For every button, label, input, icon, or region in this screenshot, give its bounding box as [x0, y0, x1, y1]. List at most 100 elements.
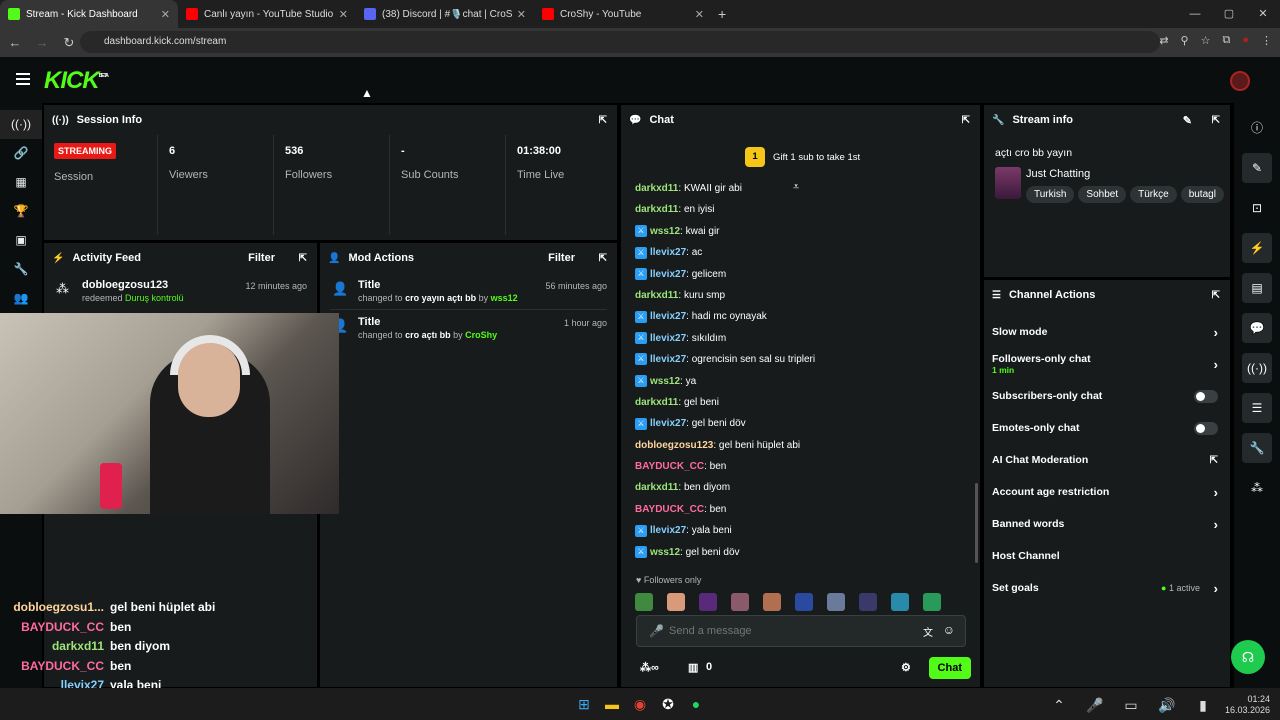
- new-tab-button[interactable]: +: [718, 6, 726, 22]
- filter-button[interactable]: Filter: [248, 252, 275, 264]
- support-headset-button[interactable]: ☊: [1231, 640, 1265, 674]
- emote[interactable]: [923, 593, 941, 611]
- volume-icon[interactable]: 🔊: [1153, 697, 1181, 714]
- channel-action-account-age-restriction[interactable]: Account age restriction ›: [984, 476, 1230, 508]
- chat-username[interactable]: wss12: [650, 376, 680, 387]
- microphone-icon[interactable]: 🎤: [649, 624, 664, 638]
- emote[interactable]: [795, 593, 813, 611]
- broadcast-icon[interactable]: ((·)): [1242, 353, 1272, 383]
- translate-icon[interactable]: 文: [923, 624, 933, 639]
- edit-icon[interactable]: ✎: [1242, 153, 1272, 183]
- emote[interactable]: [827, 593, 845, 611]
- gift-sub-banner[interactable]: 1 Gift 1 sub to take 1st: [745, 147, 860, 167]
- channel-action-set-goals[interactable]: Set goals ● 1 active ›: [984, 572, 1230, 604]
- chat-scrollbar[interactable]: [975, 483, 978, 563]
- popout-icon[interactable]: ⇱: [1212, 115, 1220, 126]
- browser-tab[interactable]: (38) Discord | #🎙️chat | CroS ✕: [356, 0, 534, 28]
- chrome-icon[interactable]: ◉: [626, 696, 654, 713]
- links-nav-icon[interactable]: 🔗: [0, 139, 42, 168]
- channel-action-ai-chat-moderation[interactable]: AI Chat Moderation ⇱: [984, 444, 1230, 476]
- chat-username[interactable]: wss12: [650, 547, 680, 558]
- translate-icon[interactable]: ⇄: [1159, 34, 1168, 47]
- user-avatar[interactable]: [1230, 71, 1250, 91]
- channel-action-slow-mode[interactable]: Slow mode ›: [984, 316, 1230, 348]
- stream-tag[interactable]: butagl: [1180, 186, 1224, 203]
- chat-username[interactable]: llevix27: [650, 354, 686, 365]
- maximize-button[interactable]: ▢: [1212, 0, 1246, 28]
- chat-username[interactable]: wss12: [650, 226, 680, 237]
- tab-close-icon[interactable]: ✕: [161, 8, 170, 21]
- profile-icon[interactable]: ●: [1242, 34, 1249, 47]
- channel-action-followers-only-chat[interactable]: Followers-only chat 1 min ›: [984, 348, 1230, 380]
- settings-gear-icon[interactable]: ⚙: [901, 661, 911, 674]
- trophy-nav-icon[interactable]: 🏆: [0, 197, 42, 226]
- screenshot-icon[interactable]: ⊡: [1242, 193, 1272, 223]
- browser-tab[interactable]: CroShy - YouTube ✕: [534, 0, 712, 28]
- lightning-icon[interactable]: ⚡: [1242, 233, 1272, 263]
- clipboard-icon[interactable]: ▤: [1242, 273, 1272, 303]
- info-icon[interactable]: ⓘ: [1242, 113, 1272, 143]
- stream-tag[interactable]: Sohbet: [1078, 186, 1127, 203]
- chat-username[interactable]: BAYDUCK_CC: [635, 504, 704, 515]
- chat-username[interactable]: llevix27: [650, 525, 686, 536]
- chat-username[interactable]: BAYDUCK_CC: [635, 461, 704, 472]
- popout-icon[interactable]: ⇱: [962, 115, 970, 126]
- emote[interactable]: [859, 593, 877, 611]
- analytics-nav-icon[interactable]: ▦: [0, 168, 42, 197]
- tray-chevron-icon[interactable]: ⌃: [1045, 697, 1073, 714]
- emote[interactable]: [635, 593, 653, 611]
- send-chat-button[interactable]: Chat: [928, 657, 971, 679]
- community-icon[interactable]: ⁂∞: [640, 661, 659, 674]
- add-widget-icon[interactable]: ⁂: [1242, 473, 1272, 503]
- chat-username[interactable]: llevix27: [650, 247, 686, 258]
- layout-icon[interactable]: ☰: [1242, 393, 1272, 423]
- stream-tag[interactable]: Turkish: [1026, 186, 1075, 203]
- minimize-button[interactable]: —: [1178, 0, 1212, 28]
- menu-kebab-icon[interactable]: ⋮: [1261, 34, 1272, 47]
- popout-icon[interactable]: ⇱: [1212, 290, 1220, 301]
- tools-nav-icon[interactable]: 🔧: [0, 255, 42, 284]
- emote[interactable]: [731, 593, 749, 611]
- chat-bubble-icon[interactable]: 💬: [1242, 313, 1272, 343]
- kick-logo[interactable]: KICKBETA: [44, 67, 109, 95]
- battery-icon[interactable]: ▮: [1189, 697, 1217, 714]
- reload-icon[interactable]: ↻: [57, 35, 81, 51]
- hamburger-menu-icon[interactable]: [16, 73, 30, 88]
- tab-close-icon[interactable]: ✕: [517, 8, 526, 21]
- community-nav-icon[interactable]: 👥: [0, 284, 42, 313]
- store-icon[interactable]: ▥: [688, 661, 698, 674]
- filter-button[interactable]: Filter: [548, 252, 575, 264]
- back-icon[interactable]: ←: [3, 35, 27, 50]
- emote[interactable]: [699, 593, 717, 611]
- message-field[interactable]: [669, 622, 899, 640]
- chat-username[interactable]: llevix27: [650, 418, 686, 429]
- emote[interactable]: [891, 593, 909, 611]
- emote[interactable]: [763, 593, 781, 611]
- chat-username[interactable]: darkxd11: [635, 397, 678, 408]
- toggle-switch[interactable]: [1194, 421, 1218, 435]
- tab-close-icon[interactable]: ✕: [339, 8, 348, 21]
- channel-action-banned-words[interactable]: Banned words ›: [984, 508, 1230, 540]
- emote[interactable]: [667, 593, 685, 611]
- extensions-icon[interactable]: ⧉: [1222, 34, 1230, 47]
- chat-username[interactable]: llevix27: [650, 311, 686, 322]
- mic-icon[interactable]: 🎤: [1081, 697, 1109, 714]
- channel-action-emotes-only-chat[interactable]: Emotes-only chat: [984, 412, 1230, 444]
- bookmark-star-icon[interactable]: ☆: [1201, 34, 1211, 47]
- tab-close-icon[interactable]: ✕: [695, 8, 704, 21]
- close-window-button[interactable]: ✕: [1246, 0, 1280, 28]
- chat-username[interactable]: darkxd11: [635, 204, 678, 215]
- chat-username[interactable]: darkxd11: [635, 290, 678, 301]
- channel-action-host-channel[interactable]: Host Channel: [984, 540, 1230, 572]
- zoom-icon[interactable]: ⚲: [1181, 34, 1189, 47]
- chat-username[interactable]: darkxd11: [635, 183, 678, 194]
- chat-username[interactable]: darkxd11: [635, 482, 678, 493]
- popout-icon[interactable]: ⇱: [599, 115, 607, 126]
- spotify-icon[interactable]: ●: [682, 696, 710, 712]
- chat-username[interactable]: dobloegzosu123: [635, 440, 713, 451]
- windows-start-icon[interactable]: ⊞: [570, 696, 598, 713]
- popout-icon[interactable]: ⇱: [599, 253, 607, 264]
- browser-tab[interactable]: Canlı yayın - YouTube Studio ✕: [178, 0, 356, 28]
- chat-username[interactable]: llevix27: [650, 333, 686, 344]
- url-field[interactable]: dashboard.kick.com/stream: [80, 31, 1160, 53]
